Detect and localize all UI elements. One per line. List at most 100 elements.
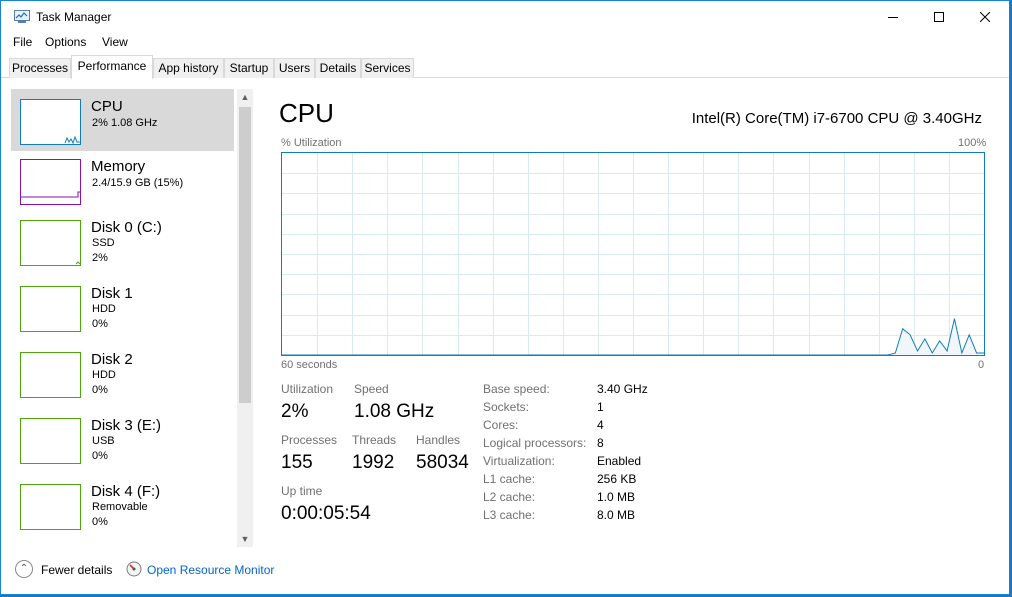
memory-mini-fill xyxy=(21,191,80,198)
sidebar-item-disk-0[interactable]: Disk 0 (C:) SSD 2% xyxy=(11,213,234,275)
sidebar-item-detail: 2.4/15.9 GB (15%) xyxy=(92,177,184,189)
spec-key: Logical processors: xyxy=(483,436,587,450)
sidebar-item-detail: HDD xyxy=(92,303,116,315)
threads-value: 1992 xyxy=(352,452,395,473)
graph-y-label: % Utilization xyxy=(281,137,342,149)
handles-label: Handles xyxy=(416,433,461,447)
spec-key: Cores: xyxy=(483,418,519,432)
maximize-button[interactable] xyxy=(916,1,962,33)
tab-strip: Processes Performance App history Startu… xyxy=(1,55,1009,79)
menu-file[interactable]: File xyxy=(13,35,32,49)
sidebar-item-disk-3[interactable]: Disk 3 (E:) USB 0% xyxy=(11,411,234,473)
tab-startup[interactable]: Startup xyxy=(224,58,274,78)
window-title: Task Manager xyxy=(36,10,112,24)
spec-key: Base speed: xyxy=(483,382,550,396)
close-button[interactable] xyxy=(962,1,1008,33)
graph-x-min-label: 0 xyxy=(978,359,985,371)
tab-app-history[interactable]: App history xyxy=(153,58,224,78)
graph-x-label: 60 seconds xyxy=(281,359,338,371)
page-title: CPU xyxy=(279,98,334,128)
tab-services[interactable]: Services xyxy=(361,58,414,78)
fewer-details-link[interactable]: Fewer details xyxy=(41,563,112,577)
speed-label: Speed xyxy=(354,382,389,396)
spec-key: Sockets: xyxy=(483,400,530,414)
speed-value: 1.08 GHz xyxy=(354,401,435,422)
sidebar-item-detail: 2% 1.08 GHz xyxy=(92,117,158,129)
sidebar-item-percent: 0% xyxy=(92,384,108,396)
tab-details[interactable]: Details xyxy=(315,58,361,78)
spec-value: 8 xyxy=(597,436,604,450)
resource-sidebar: CPU 2% 1.08 GHz Memory 2.4/15.9 GB (15%)… xyxy=(11,89,251,547)
spec-value: 8.0 MB xyxy=(597,508,636,522)
sidebar-item-detail: USB xyxy=(92,435,115,447)
threads-label: Threads xyxy=(352,433,397,447)
cpu-graph-canvas xyxy=(282,153,984,355)
sidebar-item-title: Disk 0 (C:) xyxy=(91,219,162,236)
sidebar-item-disk-2[interactable]: Disk 2 HDD 0% xyxy=(11,345,234,407)
resource-monitor-icon xyxy=(126,561,142,577)
sidebar-item-percent: 0% xyxy=(92,516,108,528)
spec-key: L3 cache: xyxy=(483,508,536,522)
spec-value: 3.40 GHz xyxy=(597,382,648,396)
spec-value: 1.0 MB xyxy=(597,490,636,504)
sidebar-item-cpu[interactable]: CPU 2% 1.08 GHz xyxy=(11,89,234,151)
scroll-up-arrow-icon[interactable]: ▲ xyxy=(237,89,253,105)
sidebar-item-title: CPU xyxy=(91,98,123,115)
handles-value: 58034 xyxy=(416,452,469,473)
utilization-label: Utilization xyxy=(281,382,334,396)
sidebar-item-title: Memory xyxy=(91,158,146,175)
spec-key: L2 cache: xyxy=(483,490,536,504)
sidebar-item-detail: HDD xyxy=(92,369,116,381)
menu-options[interactable]: Options xyxy=(45,35,86,49)
sidebar-item-detail: Removable xyxy=(92,501,148,513)
title-bar: Task Manager xyxy=(1,1,1009,33)
minimize-button[interactable] xyxy=(870,1,916,33)
sidebar-item-title: Disk 2 xyxy=(91,351,133,368)
sidebar-item-disk-4[interactable]: Disk 4 (F:) Removable 0% xyxy=(11,477,234,539)
tab-processes[interactable]: Processes xyxy=(9,58,71,78)
sidebar-item-disk-1[interactable]: Disk 1 HDD 0% xyxy=(11,279,234,341)
cpu-thumbnail-graph xyxy=(20,99,81,145)
sidebar-item-detail: SSD xyxy=(92,237,115,249)
tab-performance[interactable]: Performance xyxy=(71,55,153,79)
task-manager-app-icon xyxy=(14,10,30,23)
cpu-utilization-graph xyxy=(281,152,985,356)
spec-value: 256 KB xyxy=(597,472,637,486)
sidebar-item-percent: 0% xyxy=(92,318,108,330)
disk-thumbnail-graph xyxy=(20,286,81,332)
open-resource-monitor-link[interactable]: Open Resource Monitor xyxy=(147,563,274,577)
menu-bar: File Options View xyxy=(1,34,1009,52)
disk-mini-sparkline xyxy=(75,261,80,265)
disk-thumbnail-graph xyxy=(20,220,81,266)
sidebar-item-memory[interactable]: Memory 2.4/15.9 GB (15%) xyxy=(11,151,234,213)
uptime-value: 0:00:05:54 xyxy=(281,503,371,524)
spec-key: Virtualization: xyxy=(483,454,555,468)
cpu-model-name: Intel(R) Core(TM) i7-6700 CPU @ 3.40GHz xyxy=(691,110,982,127)
footer-bar: ⌃ Fewer details Open Resource Monitor xyxy=(1,557,1009,583)
scroll-down-arrow-icon[interactable]: ▼ xyxy=(237,531,253,547)
disk-thumbnail-graph xyxy=(20,352,81,398)
tab-users[interactable]: Users xyxy=(274,58,315,78)
processes-value: 155 xyxy=(281,452,313,473)
chevron-up-icon[interactable]: ⌃ xyxy=(15,560,33,578)
spec-value: 4 xyxy=(597,418,604,432)
memory-thumbnail-graph xyxy=(20,159,81,205)
spec-value: Enabled xyxy=(597,454,642,468)
scroll-thumb[interactable] xyxy=(239,107,251,403)
sidebar-item-percent: 2% xyxy=(92,252,108,264)
close-icon xyxy=(980,12,990,22)
processes-label: Processes xyxy=(281,433,338,447)
utilization-value: 2% xyxy=(281,401,309,422)
menu-view[interactable]: View xyxy=(102,35,128,49)
spec-key: L1 cache: xyxy=(483,472,536,486)
disk-thumbnail-graph xyxy=(20,418,81,464)
task-manager-window: Task Manager File Options View Processes… xyxy=(0,0,1010,595)
sidebar-scrollbar[interactable]: ▲ ▼ xyxy=(237,89,253,547)
sidebar-item-title: Disk 4 (F:) xyxy=(91,483,161,500)
cpu-mini-sparkline xyxy=(64,135,80,144)
spec-value: 1 xyxy=(597,400,604,414)
uptime-label: Up time xyxy=(281,484,323,498)
sidebar-item-percent: 0% xyxy=(92,450,108,462)
maximize-icon xyxy=(934,12,944,22)
minimize-icon xyxy=(888,17,898,18)
